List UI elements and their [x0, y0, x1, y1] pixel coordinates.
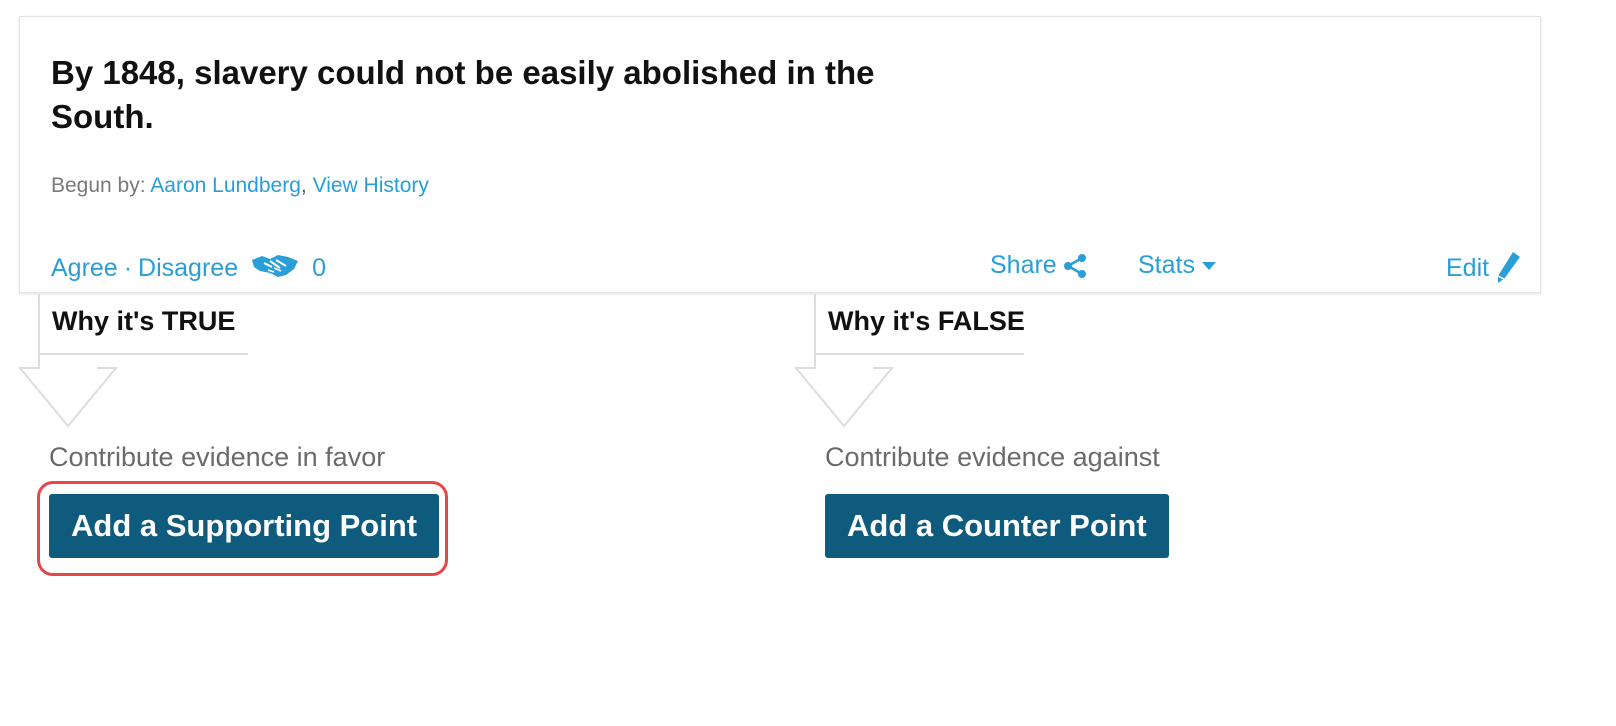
add-supporting-point-button[interactable]: Add a Supporting Point	[49, 494, 440, 558]
stats-label: Stats	[1138, 251, 1195, 279]
claim-meta: Begun by: Aaron Lundberg, View History	[51, 174, 429, 198]
edit-label: Edit	[1446, 253, 1490, 282]
add-counter-point-button[interactable]: Add a Counter Point	[825, 494, 1169, 558]
stats-dropdown[interactable]: Stats	[1138, 251, 1217, 280]
agree-disagree-row: Agree · Disagree 0	[51, 251, 326, 286]
begun-by-label: Begun by:	[51, 174, 146, 197]
author-link[interactable]: Aaron Lundberg	[150, 174, 301, 197]
agreement-count: 0	[312, 254, 327, 282]
share-icon	[1063, 253, 1086, 278]
handshake-icon[interactable]	[250, 251, 300, 286]
claim-card: By 1848, slavery could not be easily abo…	[19, 16, 1541, 293]
agree-link[interactable]: Agree	[51, 254, 118, 283]
caret-down-icon	[1201, 261, 1216, 270]
claim-title: By 1848, slavery could not be easily abo…	[51, 54, 875, 135]
meta-separator: ,	[300, 174, 307, 197]
pencil-icon	[1497, 252, 1521, 283]
share-label: Share	[990, 251, 1057, 279]
why-true-heading: Why it's TRUE	[52, 306, 236, 336]
edit-button[interactable]: Edit	[1446, 251, 1521, 285]
column-false: Why it's FALSE Contribute evidence again…	[795, 294, 1495, 594]
share-button[interactable]: Share	[990, 251, 1087, 280]
view-history-link[interactable]: View History	[313, 174, 429, 197]
disagree-link[interactable]: Disagree	[138, 254, 238, 283]
column-true: Why it's TRUE Contribute evidence in fav…	[19, 294, 719, 594]
agree-separator: ·	[123, 254, 133, 282]
evidence-against-text: Contribute evidence against	[825, 442, 1160, 472]
why-false-heading: Why it's FALSE	[828, 306, 1025, 336]
evidence-favor-text: Contribute evidence in favor	[49, 442, 386, 472]
